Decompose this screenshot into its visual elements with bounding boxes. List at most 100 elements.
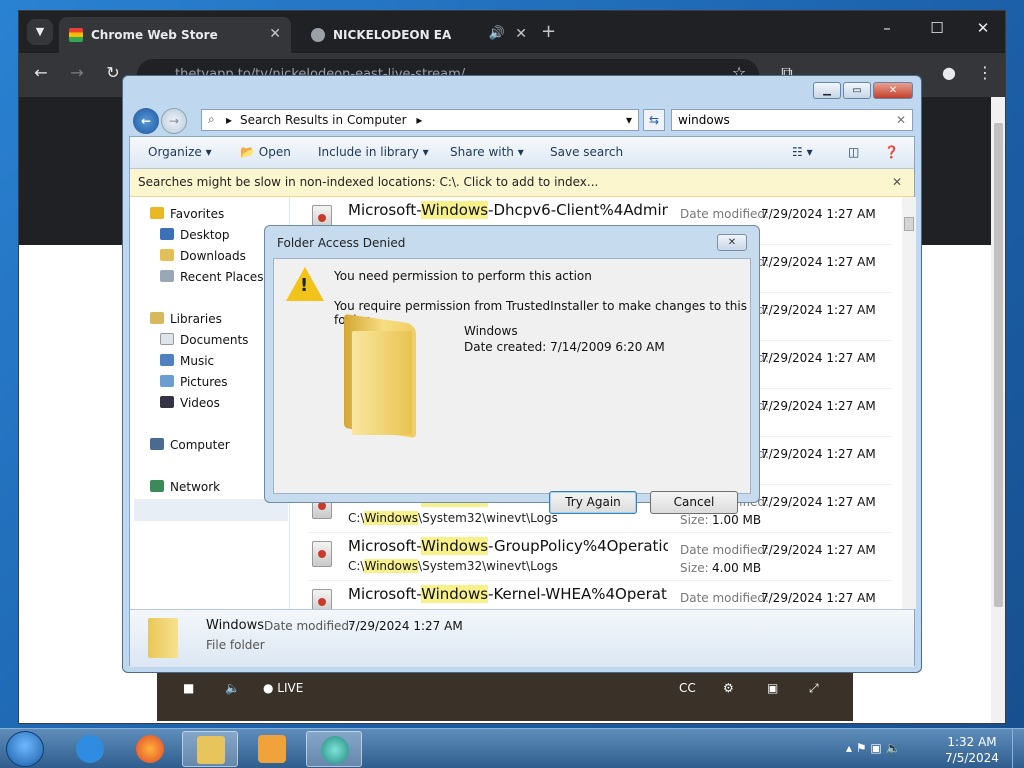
include-in-library-button[interactable]: Include in library ▾ xyxy=(318,145,429,159)
event-log-file-icon xyxy=(312,541,332,567)
nav-libraries[interactable]: Libraries xyxy=(150,312,222,326)
item-date: 7/29/2024 1:27 AM xyxy=(761,303,876,317)
tab-nickelodeon[interactable]: NICKELODEON EAST live s 🔊 ✕ xyxy=(301,17,537,53)
explorer-minimize-button[interactable]: ▁ xyxy=(813,82,841,99)
taskbar-internet-explorer[interactable] xyxy=(62,731,118,767)
nav-downloads[interactable]: Downloads xyxy=(160,249,246,263)
address-dropdown-icon[interactable]: ▾ xyxy=(626,113,632,127)
explorer-back-icon[interactable]: ← xyxy=(133,108,159,134)
help-icon[interactable]: ❓ xyxy=(884,145,899,159)
tab-search-button[interactable]: ▼ xyxy=(27,19,53,45)
taskbar-firefox[interactable] xyxy=(122,731,178,767)
music-icon xyxy=(160,354,174,366)
dialog-close-button[interactable]: ✕ xyxy=(717,234,747,251)
results-scrollbar-thumb[interactable] xyxy=(904,217,914,231)
clock[interactable]: 1:32 AM 7/5/2024 xyxy=(940,734,1004,766)
captions-icon[interactable]: CC xyxy=(679,681,696,695)
nav-selection-highlight xyxy=(134,499,288,521)
details-pane: Windows Date modified: 7/29/2024 1:27 AM… xyxy=(130,609,914,667)
maximize-button[interactable]: ☐ xyxy=(917,19,957,37)
desktop-icon xyxy=(160,228,174,240)
explorer-forward-icon[interactable]: → xyxy=(161,108,187,134)
taskbar-media-player[interactable] xyxy=(244,731,300,767)
open-button[interactable]: 📂 Open xyxy=(240,145,291,159)
star-icon xyxy=(150,207,164,219)
forward-icon[interactable]: → xyxy=(65,63,89,82)
dialog-body: ! You need permission to perform this ac… xyxy=(273,258,751,514)
list-item[interactable]: Microsoft-Windows-Kernel-WHEA%4Operatio.… xyxy=(308,581,892,609)
item-path: C:\Windows\System32\winevt\Logs xyxy=(348,559,558,573)
save-search-button[interactable]: Save search xyxy=(550,145,623,159)
item-date: 7/29/2024 1:27 AM xyxy=(761,399,876,413)
tab-close-icon[interactable]: ✕ xyxy=(515,26,527,42)
back-icon[interactable]: ← xyxy=(29,63,53,82)
nav-computer[interactable]: Computer xyxy=(150,438,230,452)
organize-button[interactable]: Organize ▾ xyxy=(148,145,212,159)
close-infobar-icon[interactable]: ✕ xyxy=(892,175,902,189)
nav-network[interactable]: Network xyxy=(150,480,220,494)
miniplayer-icon[interactable]: ▣ xyxy=(767,681,778,695)
profile-avatar-icon[interactable]: ● xyxy=(937,63,961,82)
tab-chrome-web-store[interactable]: Chrome Web Store ✕ xyxy=(59,17,291,53)
preview-pane-icon[interactable]: ◫ xyxy=(848,145,859,159)
network-icon xyxy=(150,480,164,492)
speaker-icon[interactable]: 🔊 xyxy=(489,26,505,41)
explorer-address-bar[interactable]: ⌕ ▸ Search Results in Computer ▸ ▾ xyxy=(201,109,639,131)
command-bar: Organize ▾ 📂 Open Include in library ▾ S… xyxy=(130,137,914,169)
explorer-search-input[interactable]: windows ✕ xyxy=(671,109,913,131)
nav-videos[interactable]: Videos xyxy=(160,396,220,410)
tab-strip: ▼ Chrome Web Store ✕ NICKELODEON EAST li… xyxy=(19,11,1005,53)
settings-gear-icon[interactable]: ⚙ xyxy=(723,681,734,695)
index-warning-bar[interactable]: Searches might be slow in non-indexed lo… xyxy=(130,169,914,197)
stop-icon[interactable]: ■ xyxy=(183,681,194,695)
breadcrumb-arrow-icon: ▸ xyxy=(226,113,233,127)
minimize-button[interactable]: – xyxy=(867,19,907,37)
folder-icon xyxy=(197,736,225,764)
nav-pictures[interactable]: Pictures xyxy=(160,375,228,389)
results-scrollbar[interactable] xyxy=(902,197,916,609)
close-button[interactable]: ✕ xyxy=(963,19,1003,37)
page-scrollbar-thumb[interactable] xyxy=(994,123,1003,607)
folder-icon xyxy=(148,618,178,658)
share-with-button[interactable]: Share with ▾ xyxy=(450,145,524,159)
browser-icon xyxy=(321,736,349,764)
breadcrumb: Search Results in Computer xyxy=(240,113,407,127)
explorer-maximize-button[interactable]: ▭ xyxy=(843,82,871,99)
taskbar: ▴ ⚑ ▣ 🔈 1:32 AM 7/5/2024 xyxy=(0,728,1024,768)
tab-close-icon[interactable]: ✕ xyxy=(269,26,281,42)
view-options-icon[interactable]: ☷ ▾ xyxy=(792,145,813,159)
explorer-close-button[interactable]: ✕ xyxy=(873,82,913,99)
menu-icon[interactable]: ⋮ xyxy=(973,63,997,82)
cancel-button[interactable]: Cancel xyxy=(650,491,738,514)
refresh-icon[interactable]: ⇆ xyxy=(643,109,665,131)
item-path: C:\Windows\System32\winevt\Logs xyxy=(348,511,558,525)
taskbar-explorer[interactable] xyxy=(182,731,238,767)
nav-desktop[interactable]: Desktop xyxy=(160,228,230,242)
videos-icon xyxy=(160,396,174,408)
folder-access-denied-dialog: Folder Access Denied ✕ ! You need permis… xyxy=(264,225,760,514)
volume-icon[interactable]: 🔈 xyxy=(225,681,240,695)
folder-date-created: Date created: 7/14/2009 6:20 AM xyxy=(464,340,665,354)
try-again-button[interactable]: Try Again xyxy=(549,491,637,514)
nav-favorites[interactable]: Favorites xyxy=(150,207,224,221)
item-name: Microsoft-Windows-Dhcpv6-Client%4Admin xyxy=(348,201,668,219)
pictures-icon xyxy=(160,375,174,387)
tray-icons[interactable]: ▴ ⚑ ▣ 🔈 xyxy=(846,741,901,755)
nav-documents[interactable]: Documents xyxy=(160,333,248,347)
item-name: Microsoft-Windows-Kernel-WHEA%4Operatio.… xyxy=(348,585,668,603)
breadcrumb-arrow-icon: ▸ xyxy=(416,113,423,127)
taskbar-chrome[interactable] xyxy=(306,731,362,767)
list-item[interactable]: Microsoft-Windows-GroupPolicy%4Operation… xyxy=(308,533,892,581)
fullscreen-icon[interactable]: ⤢ xyxy=(809,681,819,696)
start-button[interactable] xyxy=(6,731,44,767)
media-player-icon xyxy=(258,735,286,763)
item-size: 1.00 MB xyxy=(712,513,762,527)
globe-icon xyxy=(311,28,325,42)
item-name: Microsoft-Windows-GroupPolicy%4Operation… xyxy=(348,537,668,555)
new-tab-button[interactable]: + xyxy=(541,21,556,42)
dialog-message: You need permission to perform this acti… xyxy=(334,269,592,283)
nav-recent-places[interactable]: Recent Places xyxy=(160,270,263,284)
show-desktop-button[interactable] xyxy=(1012,729,1024,768)
clear-search-icon[interactable]: ✕ xyxy=(896,113,906,127)
nav-music[interactable]: Music xyxy=(160,354,214,368)
